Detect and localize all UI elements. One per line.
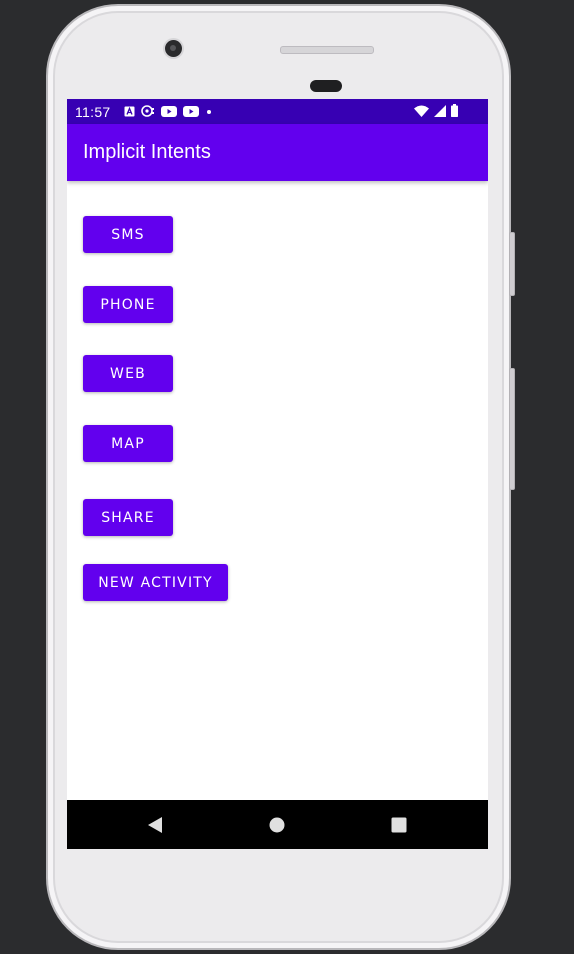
status-bar: 11:57 xyxy=(67,99,488,124)
system-status-icons xyxy=(414,104,458,117)
power-button[interactable] xyxy=(509,232,515,296)
youtube-icon xyxy=(183,105,199,117)
chat-icon xyxy=(141,105,155,117)
share-button[interactable]: SHARE xyxy=(83,499,173,536)
back-icon xyxy=(148,816,162,833)
home-button[interactable] xyxy=(247,800,307,849)
recents-icon xyxy=(391,817,407,832)
device-screen: 11:57 Implicit Intents SMS PHONE WEB MAP… xyxy=(67,99,488,849)
status-time: 11:57 xyxy=(75,104,111,120)
volume-button[interactable] xyxy=(509,368,515,490)
map-button[interactable]: MAP xyxy=(83,425,173,462)
new-activity-button[interactable]: NEW ACTIVITY xyxy=(83,564,228,601)
home-icon xyxy=(269,817,285,832)
main-content: SMS PHONE WEB MAP SHARE NEW ACTIVITY xyxy=(67,181,488,800)
battery-icon xyxy=(451,104,458,117)
earpiece xyxy=(310,80,342,92)
phone-button[interactable]: PHONE xyxy=(83,286,173,323)
recents-button[interactable] xyxy=(369,800,429,849)
front-camera xyxy=(165,40,182,57)
youtube-icon xyxy=(161,105,177,117)
speaker-grille xyxy=(280,46,374,54)
signal-icon xyxy=(434,104,446,117)
wifi-icon xyxy=(414,105,429,117)
navigation-bar xyxy=(67,800,488,849)
app-title: Implicit Intents xyxy=(83,141,211,163)
sms-button[interactable]: SMS xyxy=(83,216,173,253)
back-button[interactable] xyxy=(125,800,185,849)
dot-icon xyxy=(205,106,213,117)
notification-icons xyxy=(124,105,213,117)
a-icon xyxy=(124,106,135,117)
app-bar: Implicit Intents xyxy=(67,124,488,181)
web-button[interactable]: WEB xyxy=(83,355,173,392)
